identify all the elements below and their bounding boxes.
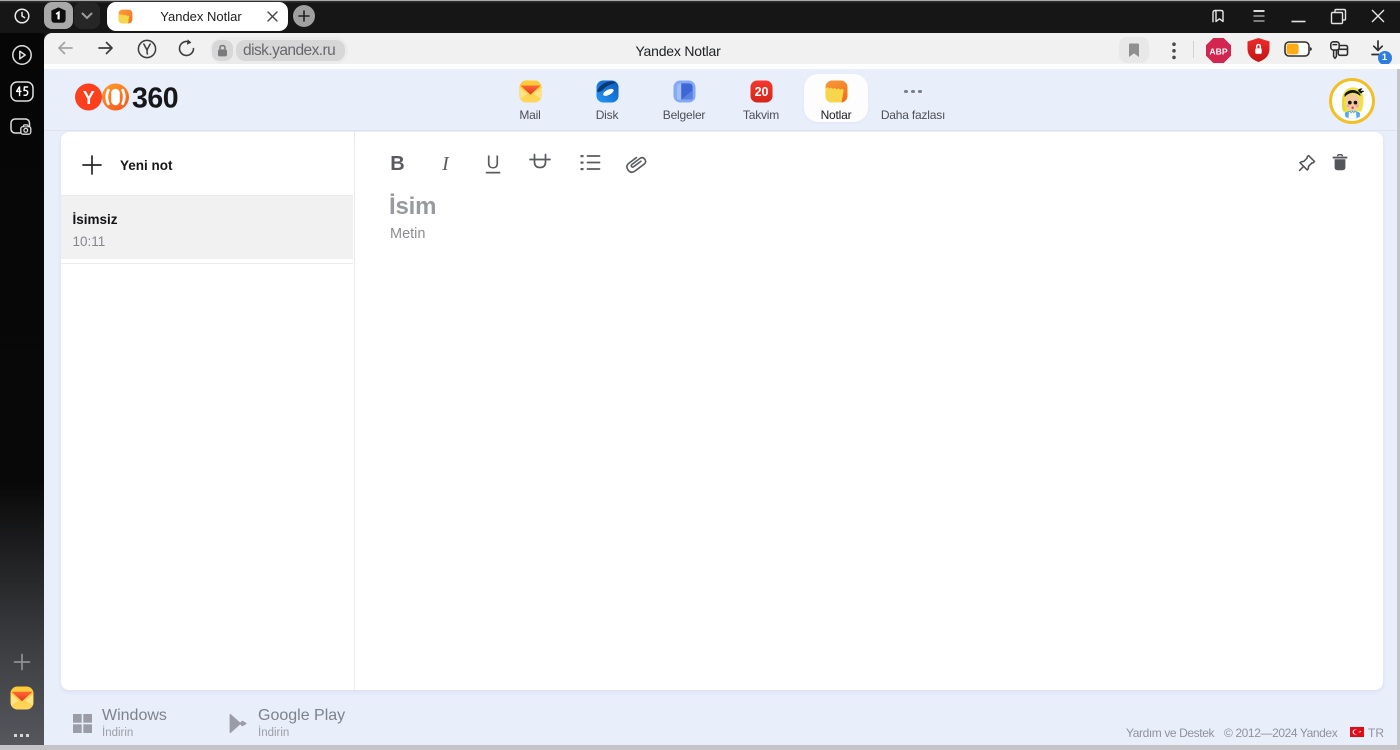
svg-text:20: 20	[754, 85, 768, 99]
svg-text:I: I	[441, 153, 450, 175]
svg-text:U: U	[487, 152, 500, 172]
svg-text:360: 360	[132, 83, 178, 111]
svg-text:ABP: ABP	[1209, 46, 1227, 56]
svg-text:B: B	[391, 153, 405, 175]
svg-text:Y: Y	[83, 88, 95, 108]
